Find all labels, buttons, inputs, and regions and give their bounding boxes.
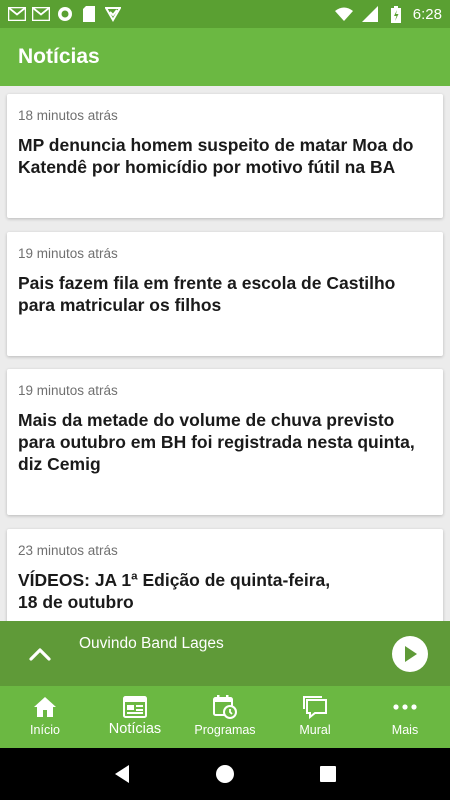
nav-label: Notícias [108,721,162,737]
nav-item-noticias[interactable]: Notícias [90,686,180,748]
recents-button[interactable] [316,762,340,786]
news-feed[interactable]: 18 minutos atrás MP denuncia homem suspe… [0,86,450,621]
recents-icon [320,766,337,782]
page-title: Notícias [18,45,100,68]
back-button[interactable] [110,762,134,786]
battery-icon [387,5,405,23]
home-circle-icon [215,765,234,783]
system-status: 6:28 [334,5,442,23]
nav-label: Mural [299,723,331,737]
news-headline: Mais da metade do volume de chuva previs… [18,410,415,474]
news-headline: VÍDEOS: JA 1ª Edição de quinta-feira, 18… [18,570,331,612]
news-card[interactable]: 23 minutos atrás VÍDEOS: JA 1ª Edição de… [7,529,443,621]
nav-item-programas[interactable]: Programas [180,686,270,748]
news-timestamp: 23 minutos atrás [18,543,118,558]
nav-label: Programas [194,723,256,737]
news-card[interactable]: 19 minutos atrás Mais da metade do volum… [7,369,443,515]
news-card[interactable]: 18 minutos atrás MP denuncia homem suspe… [7,94,443,218]
play-button[interactable] [392,636,428,672]
chat-bubbles-icon [302,694,328,720]
home-button[interactable] [213,762,237,786]
news-icon [122,694,148,720]
player-status-label: Ouvindo Band Lages [79,635,224,652]
play-icon [405,646,417,662]
news-headline: MP denuncia homem suspeito de matar Moa … [18,135,414,177]
news-headline: Pais fazem fila em frente a escola de Ca… [18,273,396,315]
nav-label: Início [30,723,60,737]
chevron-up-icon [29,648,51,661]
more-dots-icon [392,694,418,720]
bottom-navigation: Início Notícias Programas Mural Mais [0,686,450,748]
radio-player-bar: Ouvindo Band Lages [0,621,450,686]
back-icon [114,765,129,783]
expand-player-button[interactable] [20,637,60,671]
news-timestamp: 19 minutos atrás [18,383,118,398]
calendar-clock-icon [212,694,238,720]
signal-icon [361,6,379,22]
notification-icons [8,6,122,22]
nav-item-inicio[interactable]: Início [0,686,90,748]
app-check-icon [104,6,122,22]
gmail-icon [32,6,50,22]
status-bar: 6:28 [0,0,450,28]
home-icon [32,694,58,720]
sd-card-icon [80,6,98,22]
news-timestamp: 18 minutos atrás [18,108,118,123]
nav-item-mural[interactable]: Mural [270,686,360,748]
gmail-icon [8,6,26,22]
nav-item-mais[interactable]: Mais [360,686,450,748]
circle-app-icon [56,6,74,22]
app-bar: Notícias [0,28,450,86]
wifi-icon [334,6,353,22]
news-card[interactable]: 19 minutos atrás Pais fazem fila em fren… [7,232,443,356]
clock: 6:28 [412,5,442,23]
news-timestamp: 19 minutos atrás [18,246,118,261]
nav-label: Mais [391,723,419,737]
system-navigation-bar [0,748,450,800]
